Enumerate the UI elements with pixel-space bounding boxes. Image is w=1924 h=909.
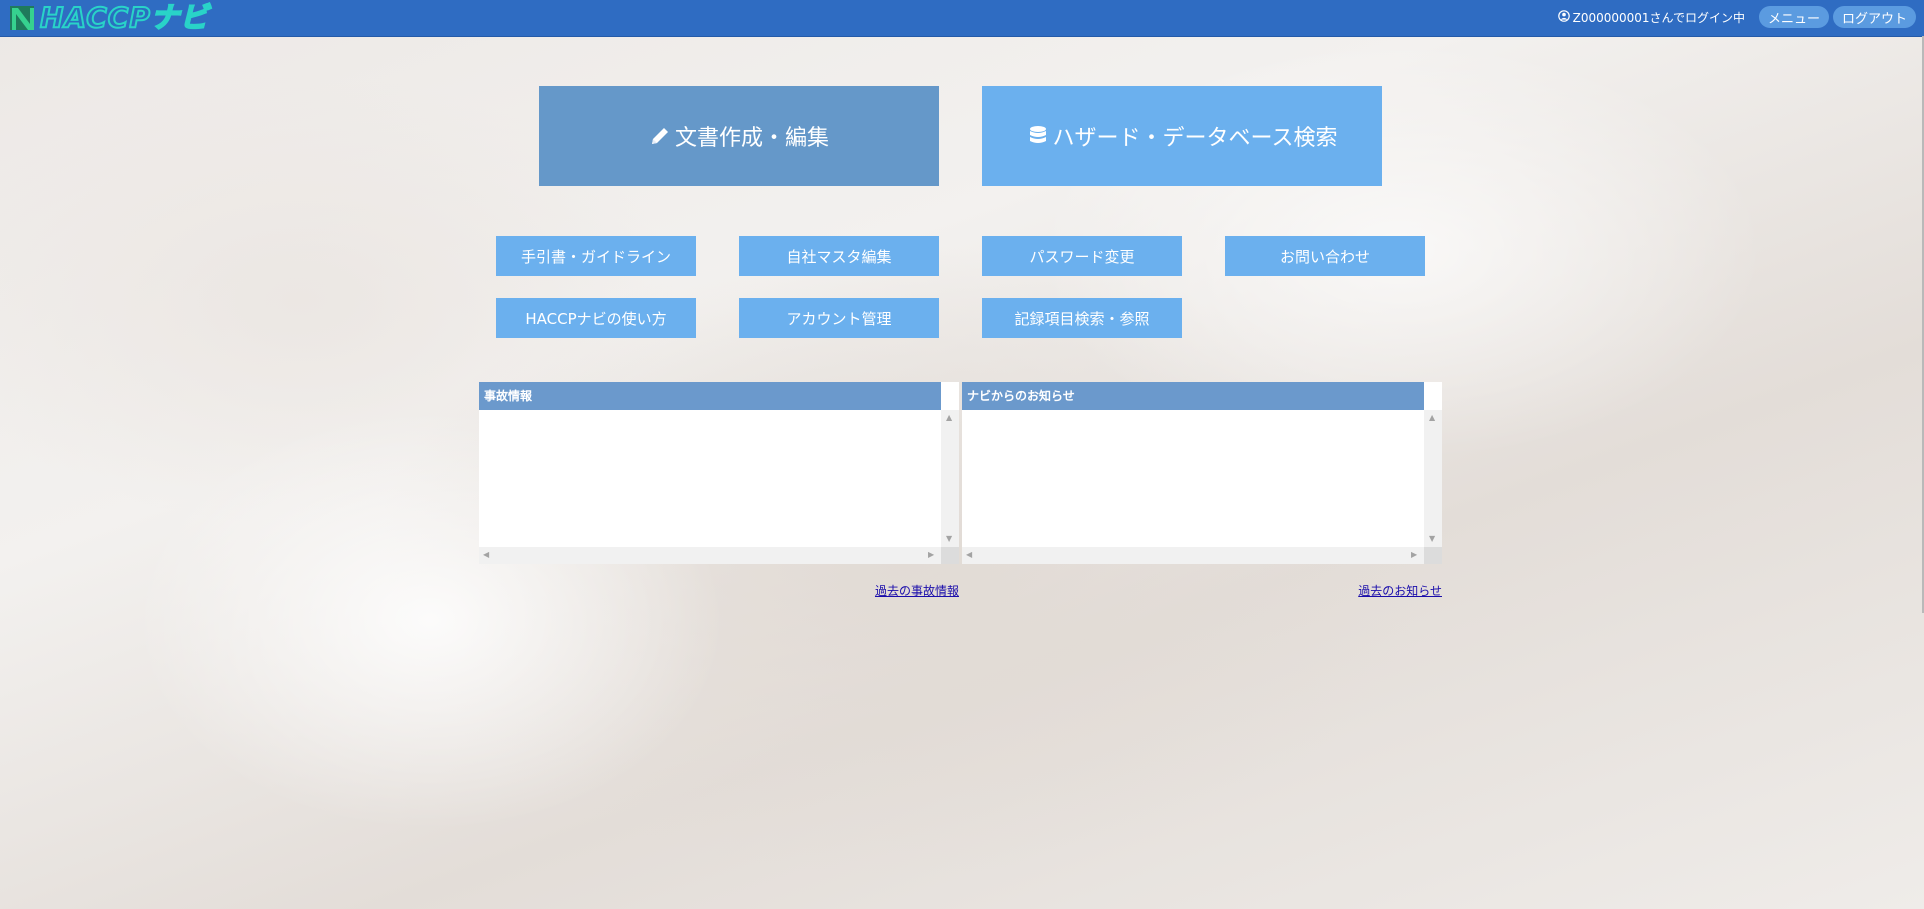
account-management-button[interactable]: アカウント管理 <box>739 298 939 338</box>
scroll-corner <box>1424 547 1442 564</box>
vertical-scrollbar[interactable]: ▲ ▼ <box>1424 410 1442 547</box>
menu-button[interactable]: メニュー <box>1758 6 1829 28</box>
logo-text: HACCPナビ <box>39 1 209 35</box>
scroll-down-icon[interactable]: ▼ <box>1429 534 1435 544</box>
record-item-search-button[interactable]: 記録項目検索・参照 <box>982 298 1182 338</box>
document-edit-button[interactable]: 文書作成・編集 <box>539 86 939 186</box>
scroll-up-icon[interactable]: ▲ <box>946 413 952 423</box>
accident-info-list[interactable] <box>479 410 941 547</box>
company-master-edit-button[interactable]: 自社マスタ編集 <box>739 236 939 276</box>
scroll-down-icon[interactable]: ▼ <box>946 534 952 544</box>
vertical-scrollbar[interactable]: ▲ ▼ <box>941 410 959 547</box>
panel-head-gap <box>941 382 959 410</box>
logout-button[interactable]: ログアウト <box>1832 6 1916 28</box>
scroll-right-icon[interactable]: ▶ <box>1411 550 1417 560</box>
horizontal-scrollbar[interactable]: ◀ ▶ <box>479 547 941 564</box>
panel-title: 事故情報 <box>479 382 941 410</box>
contact-button[interactable]: お問い合わせ <box>1225 236 1425 276</box>
login-status: Z000000001さんでログイン中 <box>1557 9 1745 26</box>
manual-guideline-button[interactable]: 手引書・ガイドライン <box>496 236 696 276</box>
scroll-left-icon[interactable]: ◀ <box>483 550 489 560</box>
accident-info-panel: 事故情報 ▲ ▼ ◀ ▶ 過去の事故情報 <box>479 382 959 598</box>
scroll-up-icon[interactable]: ▲ <box>1429 413 1435 423</box>
document-edit-label: 文書作成・編集 <box>674 126 829 151</box>
past-accident-info-link[interactable]: 過去の事故情報 <box>875 582 959 599</box>
top-header: HACCPナビ Z000000001さんでログイン中 メニュー ログアウト <box>0 0 1924 37</box>
panel-title: ナビからのお知らせ <box>962 382 1424 410</box>
scroll-corner <box>941 547 959 564</box>
logo[interactable]: HACCPナビ <box>8 1 209 35</box>
panel-head-gap <box>1424 382 1442 410</box>
password-change-button[interactable]: パスワード変更 <box>982 236 1182 276</box>
login-status-text: Z000000001さんでログイン中 <box>1572 10 1745 25</box>
user-circle-icon <box>1557 9 1570 25</box>
past-notices-link[interactable]: 過去のお知らせ <box>1358 582 1442 599</box>
scroll-left-icon[interactable]: ◀ <box>966 550 972 560</box>
navi-notices-panel: ナビからのお知らせ ▲ ▼ ◀ ▶ 過去のお知らせ <box>962 382 1442 598</box>
hazard-database-search-label: ハザード・データベース検索 <box>1052 126 1338 151</box>
navi-notices-list[interactable] <box>962 410 1424 547</box>
hazard-database-search-button[interactable]: ハザード・データベース検索 <box>982 86 1382 186</box>
database-icon <box>1027 124 1049 148</box>
user-area: Z000000001さんでログイン中 メニュー ログアウト <box>1557 5 1916 29</box>
scroll-right-icon[interactable]: ▶ <box>928 550 934 560</box>
logo-mark-icon <box>8 4 36 32</box>
how-to-use-button[interactable]: HACCPナビの使い方 <box>496 298 696 338</box>
pencil-icon <box>649 125 671 147</box>
horizontal-scrollbar[interactable]: ◀ ▶ <box>962 547 1424 564</box>
